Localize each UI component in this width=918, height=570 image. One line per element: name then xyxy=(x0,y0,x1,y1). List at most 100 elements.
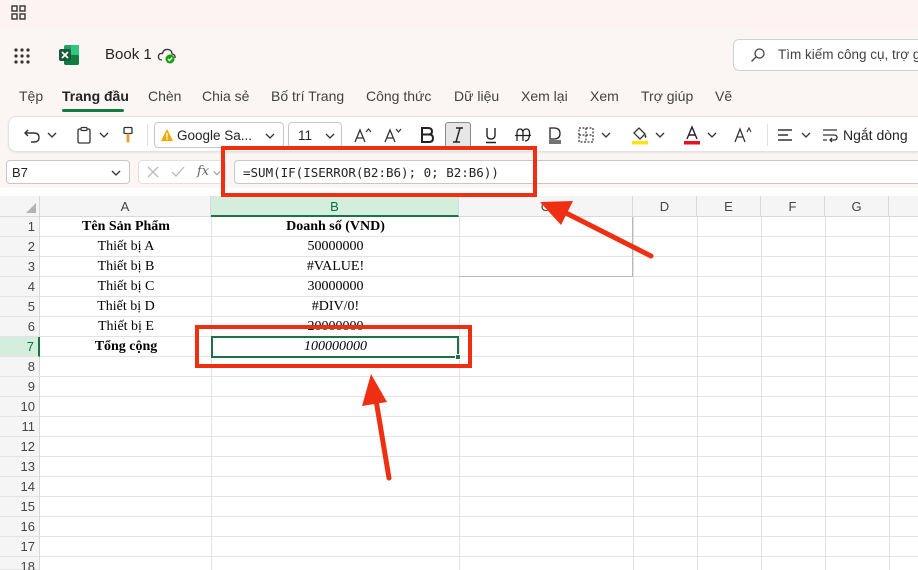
align-dropdown[interactable] xyxy=(799,122,813,148)
cell-a5[interactable]: Thiết bị D xyxy=(41,297,211,317)
cell-b4[interactable]: 30000000 xyxy=(212,277,459,297)
app-launcher-icon[interactable] xyxy=(13,47,31,65)
double-underline-button[interactable] xyxy=(543,122,567,148)
column-header-a[interactable]: A xyxy=(40,196,211,217)
font-family-select[interactable]: Google Sa... xyxy=(154,122,284,148)
row-header[interactable]: 16 xyxy=(0,517,40,537)
chevron-down-icon xyxy=(801,132,811,138)
font-color-button[interactable] xyxy=(681,122,703,148)
cell-a7[interactable]: Tổng cộng xyxy=(41,337,211,357)
tab-review[interactable]: Xem lại xyxy=(521,88,568,104)
name-box[interactable]: B7 xyxy=(6,160,130,184)
fill-color-button[interactable] xyxy=(629,122,651,148)
row-header[interactable]: 4 xyxy=(0,277,40,297)
text-effects-button[interactable] xyxy=(731,122,755,148)
increase-font-size-button[interactable] xyxy=(351,122,375,148)
row-header-selected[interactable]: 7 xyxy=(0,337,40,357)
strikethrough-icon xyxy=(515,128,531,142)
cell-b3[interactable]: #VALUE! xyxy=(212,257,459,277)
fill-color-dropdown[interactable] xyxy=(653,122,667,148)
bold-button[interactable] xyxy=(415,122,439,148)
underline-button[interactable] xyxy=(479,122,503,148)
spreadsheet-grid: A B C D E F G 1 2 3 4 5 6 7 8 9 10 11 12… xyxy=(0,196,918,570)
cloud-saved-icon[interactable] xyxy=(157,45,177,65)
row-header[interactable]: 9 xyxy=(0,377,40,397)
format-painter-button[interactable] xyxy=(117,122,139,148)
row-header[interactable]: 13 xyxy=(0,457,40,477)
tab-page-layout[interactable]: Bố trí Trang xyxy=(271,88,344,104)
row-header[interactable]: 17 xyxy=(0,537,40,557)
cell-b2[interactable]: 50000000 xyxy=(212,237,459,257)
row-header[interactable]: 3 xyxy=(0,257,40,277)
strikethrough-button[interactable] xyxy=(511,122,535,148)
column-header-d[interactable]: D xyxy=(633,196,697,217)
row-header[interactable]: 1 xyxy=(0,217,40,237)
column-header-f[interactable]: F xyxy=(761,196,825,217)
row-header[interactable]: 15 xyxy=(0,497,40,517)
tab-view[interactable]: Xem xyxy=(590,88,619,104)
italic-button[interactable] xyxy=(445,122,471,148)
tab-share[interactable]: Chia sẻ xyxy=(202,88,249,104)
tab-file[interactable]: Tệp xyxy=(19,88,43,104)
row-header[interactable]: 2 xyxy=(0,237,40,257)
workbook-title[interactable]: Book 1 xyxy=(105,46,152,63)
undo-button[interactable] xyxy=(21,122,43,148)
column-header-h[interactable] xyxy=(889,196,918,217)
search-box[interactable]: Tìm kiếm công cụ, trợ giúp xyxy=(733,39,918,71)
gridline xyxy=(459,217,460,570)
wrap-text-label[interactable]: Ngắt dòng xyxy=(843,127,908,143)
tab-formulas[interactable]: Công thức xyxy=(366,88,431,104)
paste-button[interactable] xyxy=(73,122,95,148)
align-left-icon xyxy=(778,129,792,141)
increase-font-icon xyxy=(354,128,372,143)
wrap-text-button[interactable] xyxy=(819,122,841,148)
insert-function-button[interactable]: fx xyxy=(197,164,209,179)
column-header-g[interactable]: G xyxy=(825,196,889,217)
borders-button[interactable] xyxy=(575,122,597,148)
tab-data[interactable]: Dữ liệu xyxy=(454,88,499,104)
row-header[interactable]: 6 xyxy=(0,317,40,337)
cancel-icon[interactable] xyxy=(147,166,159,178)
column-header-b[interactable]: B xyxy=(211,196,459,217)
row-header[interactable]: 5 xyxy=(0,297,40,317)
warning-icon xyxy=(161,129,173,141)
row-header[interactable]: 8 xyxy=(0,357,40,377)
cell-a3[interactable]: Thiết bị B xyxy=(41,257,211,277)
gridline xyxy=(40,516,918,517)
cell-a1[interactable]: Tên Sản Phẩm xyxy=(41,217,211,237)
cell-a4[interactable]: Thiết bị C xyxy=(41,277,211,297)
tab-help[interactable]: Trợ giúp xyxy=(641,88,693,104)
row-header[interactable]: 12 xyxy=(0,437,40,457)
align-button[interactable] xyxy=(773,122,797,148)
tab-home[interactable]: Trang đầu xyxy=(62,88,129,104)
select-all-corner[interactable] xyxy=(0,196,40,217)
tab-insert[interactable]: Chèn xyxy=(148,88,181,104)
decrease-font-size-button[interactable] xyxy=(381,122,405,148)
font-color-dropdown[interactable] xyxy=(705,122,719,148)
column-header-e[interactable]: E xyxy=(697,196,761,217)
gridline xyxy=(825,217,826,570)
chevron-down-icon xyxy=(707,132,717,138)
undo-dropdown[interactable] xyxy=(45,122,59,148)
cell-a2[interactable]: Thiết bị A xyxy=(41,237,211,257)
font-size-select[interactable]: 11 xyxy=(288,122,342,148)
check-icon[interactable] xyxy=(171,166,185,178)
formula-actions: fx xyxy=(138,160,226,184)
row-header[interactable]: 11 xyxy=(0,417,40,437)
paste-dropdown[interactable] xyxy=(97,122,111,148)
gridline xyxy=(40,436,918,437)
app-grid-icon[interactable] xyxy=(11,5,27,21)
row-header[interactable]: 10 xyxy=(0,397,40,417)
formula-highlight-box xyxy=(221,146,537,197)
cell-b1[interactable]: Doanh số (VND) xyxy=(212,217,459,237)
cell-b5[interactable]: #DIV/0! xyxy=(212,297,459,317)
row-header[interactable]: 14 xyxy=(0,477,40,497)
cell-a6[interactable]: Thiết bị E xyxy=(41,317,211,337)
gridline xyxy=(40,496,918,497)
tab-draw[interactable]: Vẽ xyxy=(715,88,732,104)
borders-dropdown[interactable] xyxy=(599,122,613,148)
column-header-c[interactable]: C xyxy=(459,196,633,217)
row-header[interactable]: 18 xyxy=(0,557,40,570)
decrease-font-icon xyxy=(384,128,402,143)
chevron-down-icon xyxy=(601,132,611,138)
